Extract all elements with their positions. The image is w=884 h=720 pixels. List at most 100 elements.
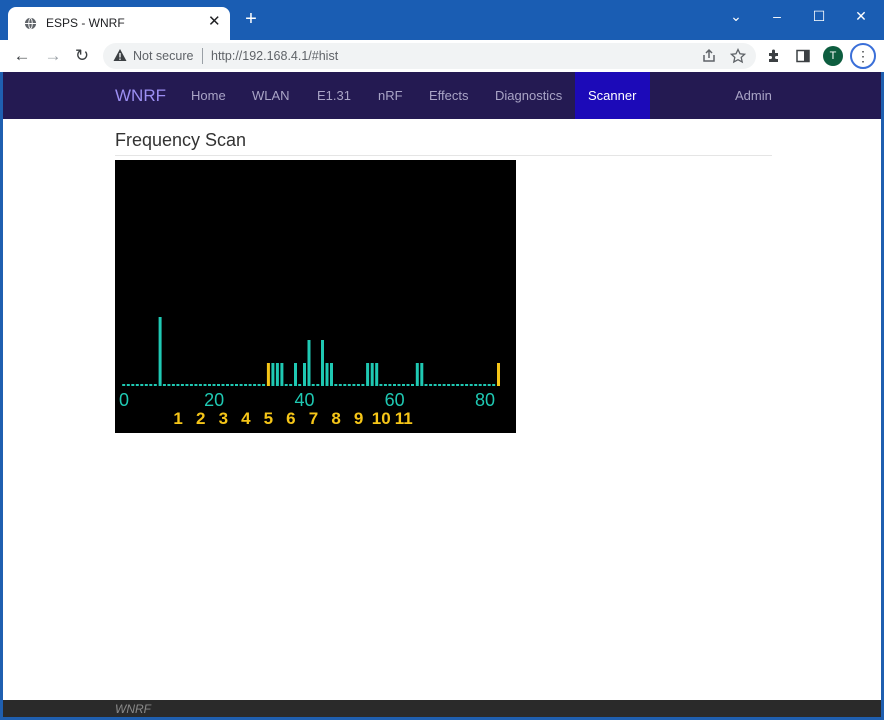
chart-bar: [194, 384, 198, 386]
web-page: WNRF Home WLAN E1.31 nRF Effects Diagnos…: [3, 72, 881, 717]
chart-bar: [456, 384, 460, 386]
chevron-down-icon[interactable]: ⌄: [723, 6, 749, 26]
nav-home[interactable]: Home: [191, 88, 226, 103]
profile-avatar[interactable]: T: [823, 46, 843, 66]
nav-e131[interactable]: E1.31: [317, 88, 351, 103]
chart-bar: [415, 363, 419, 386]
chart-wifi-channel-label: 3: [219, 409, 228, 428]
chart-bar: [492, 384, 496, 386]
nav-scanner[interactable]: Scanner: [575, 72, 650, 119]
nav-admin[interactable]: Admin: [735, 88, 772, 103]
new-tab-button[interactable]: +: [242, 9, 260, 29]
forward-button[interactable]: →: [44, 47, 62, 65]
chart-wifi-channel-label: 6: [286, 409, 295, 428]
close-window-button[interactable]: ✕: [848, 6, 874, 26]
maximize-button[interactable]: ☐: [806, 6, 832, 26]
chart-bar: [356, 384, 360, 386]
footer-text: WNRF: [115, 702, 151, 716]
chart-bar: [397, 384, 401, 386]
chart-bar: [325, 363, 329, 386]
chart-bar: [411, 384, 414, 386]
chart-bar: [469, 384, 473, 386]
close-tab-icon[interactable]: ✕: [208, 13, 221, 31]
chart-bar: [497, 363, 500, 386]
chart-bar: [180, 384, 184, 386]
chart-bar: [248, 384, 252, 386]
chart-wifi-channel-label: 8: [331, 409, 340, 428]
frequency-scan-chart: 0 20 40 60 80 1 2 3 4 5 6 7 8 9 10 11: [115, 160, 516, 433]
chart-bar: [126, 384, 130, 386]
chart-bar: [171, 384, 175, 386]
chart-bar: [375, 363, 379, 386]
chart-bar: [343, 384, 347, 386]
minimize-button[interactable]: –: [764, 6, 790, 26]
nav-wlan[interactable]: WLAN: [252, 88, 290, 103]
chart-background: [115, 160, 516, 433]
chart-bar: [303, 363, 306, 386]
chart-bar: [433, 384, 437, 386]
chart-bar: [153, 384, 157, 386]
chart-bar: [383, 384, 387, 386]
chart-bar: [370, 363, 374, 386]
chart-bar: [217, 384, 220, 386]
chart-bar: [294, 363, 297, 386]
url-text[interactable]: http://192.168.4.1/#hist: [211, 49, 338, 63]
chart-bar: [262, 384, 266, 386]
nav-diagnostics[interactable]: Diagnostics: [495, 88, 562, 103]
back-button[interactable]: ←: [13, 47, 31, 65]
chart-bar: [275, 363, 279, 386]
browser-tab[interactable]: ESPS - WNRF ✕: [8, 7, 230, 40]
more-options-icon[interactable]: ⋮: [850, 43, 876, 69]
reload-button[interactable]: ↻: [73, 47, 91, 65]
chart-bar: [402, 384, 405, 386]
chart-bar: [406, 384, 410, 386]
chart-bar: [176, 384, 180, 386]
chart-bar: [478, 384, 482, 386]
tab-title: ESPS - WNRF: [46, 16, 125, 30]
chart-bar: [338, 384, 342, 386]
chart-bar: [465, 384, 469, 386]
title-divider: [115, 155, 772, 156]
chart-wifi-channel-label: 2: [196, 409, 205, 428]
chart-bar: [203, 384, 207, 386]
side-panel-icon[interactable]: [795, 48, 811, 64]
nav-nrf[interactable]: nRF: [378, 88, 403, 103]
chart-bar: [311, 384, 315, 386]
chart-bar: [144, 384, 148, 386]
address-bar[interactable]: Not secure http://192.168.4.1/#hist: [103, 43, 756, 69]
chart-bar: [321, 340, 324, 386]
chart-wifi-channel-label: 4: [241, 409, 251, 428]
chart-bar: [442, 384, 446, 386]
chart-bar: [330, 363, 333, 386]
chart-bar: [235, 384, 238, 386]
chart-bar: [162, 384, 166, 386]
chart-bar: [298, 384, 302, 386]
browser-toolbar: ← → ↻ Not secure http://192.168.4.1/#his…: [0, 40, 884, 72]
chart-bar: [474, 384, 478, 386]
brand-logo[interactable]: WNRF: [115, 86, 166, 106]
chart-bar: [280, 363, 284, 386]
security-status[interactable]: Not secure: [133, 49, 193, 63]
globe-icon: [24, 17, 37, 30]
chart-wifi-channel-label: 7: [309, 409, 318, 428]
share-icon[interactable]: [701, 48, 717, 64]
chart-bar: [460, 384, 464, 386]
chart-x-tick-label: 60: [385, 390, 405, 410]
chart-x-tick-label: 0: [119, 390, 129, 410]
chart-bar: [379, 384, 383, 386]
chart-bar: [212, 384, 216, 386]
chart-bar: [388, 384, 392, 386]
chart-bar: [361, 384, 365, 386]
chart-bar: [140, 384, 144, 386]
nav-effects[interactable]: Effects: [429, 88, 469, 103]
chart-bar: [483, 384, 487, 386]
chart-bar: [451, 384, 455, 386]
chart-bar: [334, 384, 338, 386]
extensions-icon[interactable]: [766, 48, 782, 64]
chart-bar: [131, 384, 135, 386]
chart-bar: [167, 384, 171, 386]
chart-bar: [226, 384, 229, 386]
bookmark-star-icon[interactable]: [730, 48, 746, 64]
chart-bar: [185, 384, 189, 386]
chart-x-tick-label: 20: [204, 390, 224, 410]
